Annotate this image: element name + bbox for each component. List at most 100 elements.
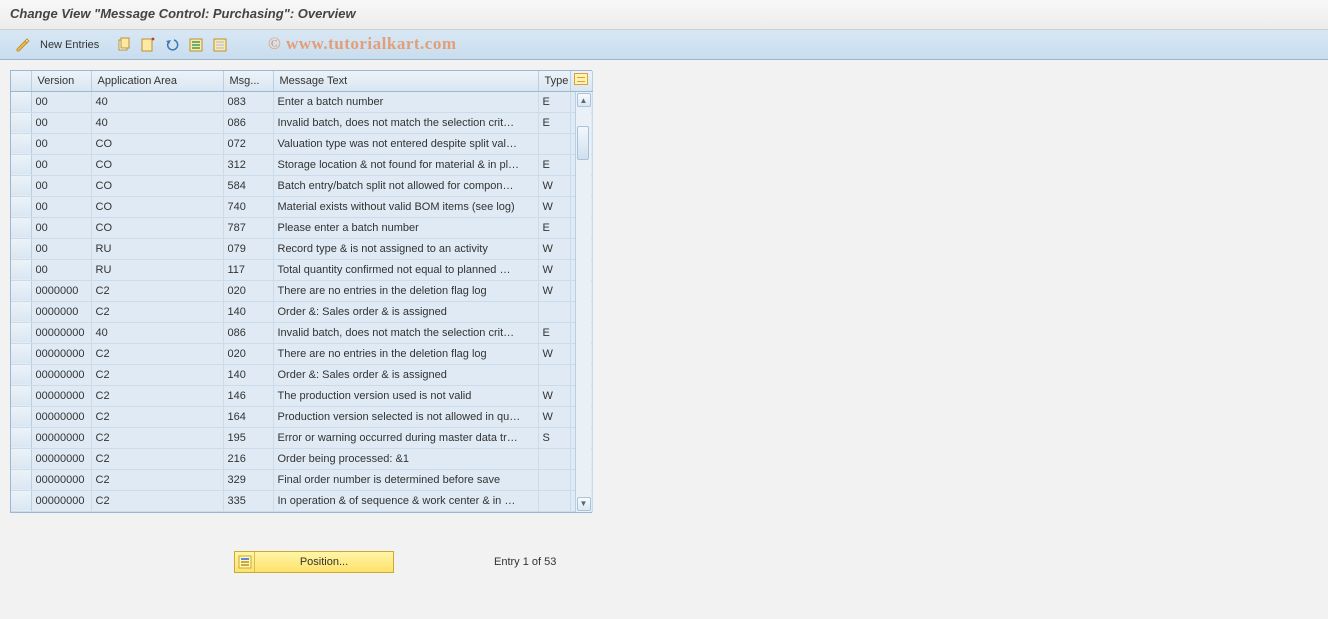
cell-version[interactable]: 00000000 [31,490,91,511]
new-entries-button[interactable]: New Entries [38,37,105,53]
cell-version[interactable]: 00000000 [31,406,91,427]
row-selector[interactable] [11,154,31,175]
cell-app-area[interactable]: RU [91,238,223,259]
cell-type[interactable]: W [538,343,570,364]
toggle-display-change-icon[interactable] [14,36,32,54]
cell-version[interactable]: 00000000 [31,469,91,490]
scroll-up-button[interactable]: ▲ [577,93,591,107]
cell-msg-text[interactable]: Total quantity confirmed not equal to pl… [273,259,538,280]
cell-type[interactable]: E [538,154,570,175]
cell-version[interactable]: 00000000 [31,427,91,448]
cell-app-area[interactable]: C2 [91,406,223,427]
cell-msg[interactable]: 140 [223,364,273,385]
cell-app-area[interactable]: CO [91,154,223,175]
cell-app-area[interactable]: CO [91,133,223,154]
cell-msg-text[interactable]: Storage location & not found for materia… [273,154,538,175]
row-selector[interactable] [11,133,31,154]
undo-change-icon[interactable] [163,36,181,54]
cell-app-area[interactable]: C2 [91,280,223,301]
cell-type[interactable] [538,364,570,385]
cell-app-area[interactable]: 40 [91,322,223,343]
row-selector[interactable] [11,238,31,259]
row-selector-header[interactable] [11,71,31,91]
row-selector[interactable] [11,427,31,448]
cell-msg[interactable]: 329 [223,469,273,490]
cell-msg-text[interactable]: Final order number is determined before … [273,469,538,490]
cell-msg[interactable]: 072 [223,133,273,154]
cell-msg-text[interactable]: Order &: Sales order & is assigned [273,301,538,322]
cell-app-area[interactable]: C2 [91,343,223,364]
row-selector[interactable] [11,259,31,280]
cell-type[interactable]: S [538,427,570,448]
cell-type[interactable]: E [538,217,570,238]
cell-msg-text[interactable]: Enter a batch number [273,91,538,112]
cell-app-area[interactable]: CO [91,196,223,217]
row-selector[interactable] [11,301,31,322]
cell-msg-text[interactable]: Valuation type was not entered despite s… [273,133,538,154]
cell-msg-text[interactable]: Order &: Sales order & is assigned [273,364,538,385]
cell-version[interactable]: 00000000 [31,448,91,469]
cell-app-area[interactable]: C2 [91,385,223,406]
deselect-all-icon[interactable] [211,36,229,54]
scroll-down-button[interactable]: ▼ [577,497,591,511]
row-selector[interactable] [11,280,31,301]
row-selector[interactable] [11,490,31,511]
row-selector[interactable] [11,112,31,133]
cell-version[interactable]: 0000000 [31,301,91,322]
cell-version[interactable]: 00 [31,238,91,259]
cell-msg[interactable]: 335 [223,490,273,511]
cell-msg[interactable]: 584 [223,175,273,196]
cell-type[interactable]: W [538,196,570,217]
cell-version[interactable]: 00 [31,259,91,280]
cell-type[interactable] [538,448,570,469]
cell-type[interactable] [538,133,570,154]
row-selector[interactable] [11,91,31,112]
cell-msg[interactable]: 140 [223,301,273,322]
cell-version[interactable]: 00 [31,91,91,112]
cell-type[interactable]: E [538,322,570,343]
cell-version[interactable]: 00 [31,154,91,175]
cell-msg[interactable]: 020 [223,343,273,364]
copy-as-icon[interactable] [115,36,133,54]
cell-msg[interactable]: 216 [223,448,273,469]
cell-app-area[interactable]: C2 [91,301,223,322]
cell-msg[interactable]: 086 [223,112,273,133]
cell-type[interactable]: E [538,91,570,112]
row-selector[interactable] [11,406,31,427]
cell-msg-text[interactable]: Record type & is not assigned to an acti… [273,238,538,259]
cell-app-area[interactable]: C2 [91,448,223,469]
cell-type[interactable]: W [538,238,570,259]
row-selector[interactable] [11,343,31,364]
cell-msg-text[interactable]: In operation & of sequence & work center… [273,490,538,511]
cell-msg[interactable]: 079 [223,238,273,259]
cell-type[interactable]: W [538,259,570,280]
cell-app-area[interactable]: C2 [91,490,223,511]
row-selector[interactable] [11,448,31,469]
cell-app-area[interactable]: CO [91,175,223,196]
cell-msg[interactable]: 083 [223,91,273,112]
cell-type[interactable] [538,490,570,511]
cell-msg[interactable]: 740 [223,196,273,217]
vertical-scrollbar[interactable]: ▲ ▼ [575,92,591,512]
cell-msg-text[interactable]: Material exists without valid BOM items … [273,196,538,217]
cell-msg[interactable]: 312 [223,154,273,175]
cell-version[interactable]: 00 [31,175,91,196]
cell-msg[interactable]: 117 [223,259,273,280]
cell-msg[interactable]: 086 [223,322,273,343]
scroll-thumb[interactable] [577,126,589,160]
cell-type[interactable]: E [538,112,570,133]
cell-type[interactable] [538,301,570,322]
cell-version[interactable]: 0000000 [31,280,91,301]
cell-version[interactable]: 00 [31,112,91,133]
row-selector[interactable] [11,175,31,196]
cell-version[interactable]: 00000000 [31,343,91,364]
row-selector[interactable] [11,196,31,217]
cell-msg-text[interactable]: Batch entry/batch split not allowed for … [273,175,538,196]
cell-msg-text[interactable]: Order being processed: &1 [273,448,538,469]
cell-msg-text[interactable]: Error or warning occurred during master … [273,427,538,448]
cell-msg-text[interactable]: Invalid batch, does not match the select… [273,112,538,133]
cell-msg-text[interactable]: Invalid batch, does not match the select… [273,322,538,343]
select-all-icon[interactable] [187,36,205,54]
cell-app-area[interactable]: C2 [91,364,223,385]
col-version[interactable]: Version [31,71,91,91]
